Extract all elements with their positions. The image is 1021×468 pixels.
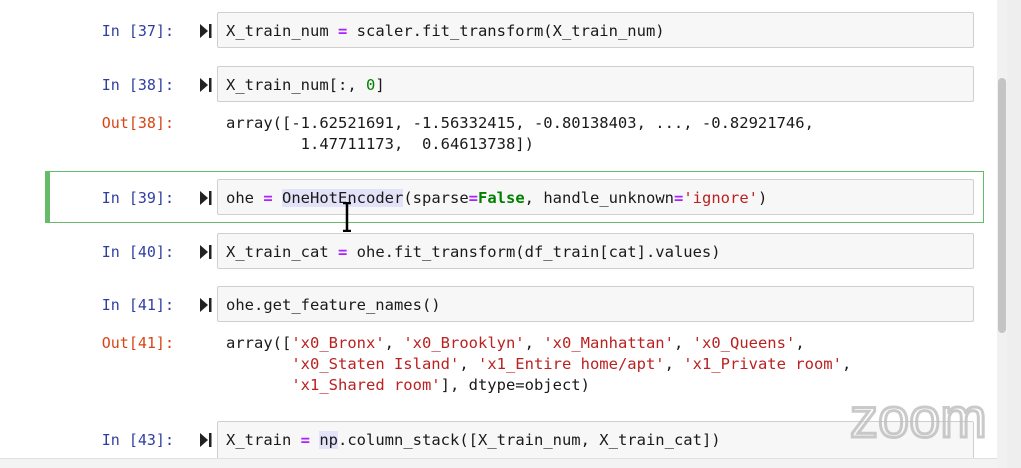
output-line: 'x0_Staten Island', 'x1_Entire home/apt'… [291,355,852,373]
status-strip [0,458,1007,468]
in-prompt-38: In [38]: [101,76,174,94]
in-prompt-43: In [43]: [101,431,174,449]
code-line: ohe.get_feature_names() [226,296,441,314]
text-cursor-icon [343,202,351,232]
in-prompt-40: In [40]: [101,243,174,261]
code-line: ohe = OneHotEncoder(sparse=False, handle… [226,189,768,207]
run-cell-icon[interactable] [200,77,212,93]
code-line: X_train_num = scaler.fit_transform(X_tra… [226,22,665,40]
output-line: 'x1_Shared room'], dtype=object) [291,376,590,394]
run-cell-icon[interactable] [200,297,212,313]
scrollbar-thumb[interactable] [998,78,1006,333]
output-line: array([-1.62521691, -1.56332415, -0.8013… [226,114,814,132]
in-prompt-37: In [37]: [101,22,174,40]
output-line: 1.47711173, 0.64613738]) [226,135,534,153]
output-line: array(['x0_Bronx', 'x0_Brooklyn', 'x0_Ma… [226,334,805,352]
svg-text:zoom: zoom [850,389,987,449]
code-line: X_train = np.column_stack([X_train_num, … [226,431,721,449]
out-prompt-38: Out[38]: [101,114,174,132]
in-prompt-41: In [41]: [101,296,174,314]
code-line: X_train_num[:, 0] [226,76,385,94]
right-gutter [1007,0,1021,468]
run-cell-icon[interactable] [200,432,212,448]
run-cell-icon[interactable] [200,190,212,206]
in-prompt-39: In [39]: [101,189,174,207]
out-prompt-41: Out[41]: [101,334,174,352]
run-cell-icon[interactable] [200,244,212,260]
notebook-page: In [37]: X_train_num = scaler.fit_transf… [0,0,1007,468]
code-line: X_train_cat = ohe.fit_transform(df_train… [226,243,721,261]
run-cell-icon[interactable] [200,23,212,39]
zoom-watermark-logo: zoom [850,389,988,449]
